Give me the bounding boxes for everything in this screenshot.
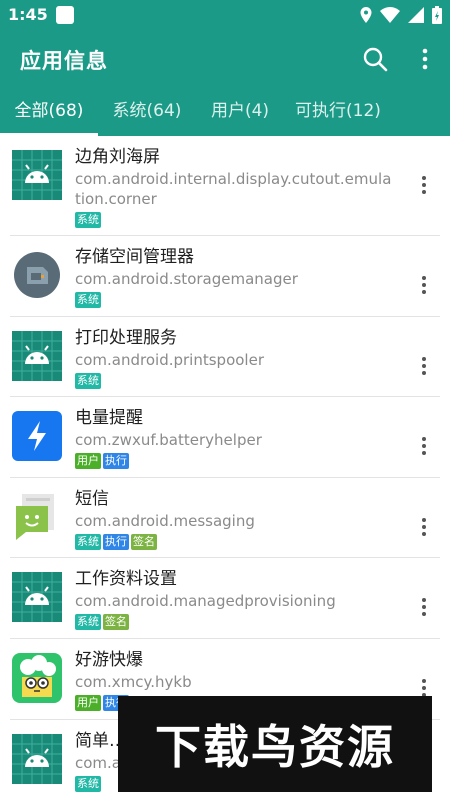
app-package: com.android.storagemanager	[75, 270, 298, 288]
tab-bar: 全部(68) 系统(64) 用户(4) 可执行(12)	[0, 88, 450, 136]
more-options-icon[interactable]	[416, 355, 432, 377]
signal-icon	[408, 7, 424, 23]
battery-icon	[432, 6, 442, 24]
status-bar: 1:45	[0, 0, 450, 32]
app-package: com.android.messaging	[75, 511, 255, 530]
badge-system: 系统	[75, 212, 101, 228]
watermark-banner: 下载鸟资源	[118, 696, 432, 792]
app-badges: 系统	[75, 372, 101, 389]
game-icon	[12, 652, 62, 703]
page-title: 应用信息	[20, 49, 108, 73]
badge-system: 系统	[75, 533, 101, 550]
android-icon	[12, 733, 62, 784]
tab-label: 用户(4)	[210, 101, 270, 121]
app-badges: 系统	[75, 292, 101, 308]
badge-system: 系统	[75, 372, 101, 389]
list-item[interactable]: 工作资料设置 com.android.managedprovisioning 系…	[0, 558, 450, 639]
wifi-icon	[380, 7, 400, 23]
app-name: 短信	[75, 488, 109, 509]
more-options-icon[interactable]	[416, 274, 432, 296]
app-name: 边角刘海屏	[75, 147, 160, 167]
list-item[interactable]: 存储空间管理器 com.android.storagemanager 系统	[0, 236, 450, 317]
more-options-icon[interactable]	[416, 596, 432, 618]
android-icon	[12, 572, 62, 623]
app-badges: 系统 签名	[75, 614, 129, 631]
android-icon	[12, 150, 62, 200]
tab-label: 可执行(12)	[295, 101, 381, 121]
list-item[interactable]: 短信 com.android.messaging 系统 执行 签名	[0, 478, 450, 559]
app-package: com.android.printspooler	[75, 350, 264, 369]
tab-system[interactable]: 系统(64)	[98, 88, 196, 136]
app-package: com.xmcy.hykb	[75, 672, 192, 691]
app-name: 打印处理服务	[75, 327, 177, 348]
list-item[interactable]: 电量提醒 com.zwxuf.batteryhelper 用户 执行	[0, 397, 450, 478]
badge-system: 系统	[75, 614, 101, 631]
more-options-icon[interactable]	[416, 516, 432, 538]
app-badges: 用户 执行	[75, 453, 129, 470]
more-options-icon[interactable]	[416, 46, 434, 72]
app-package: com.zwxuf.batteryhelper	[75, 431, 262, 450]
app-badges: 系统	[75, 775, 101, 792]
app-name: 存储空间管理器	[75, 247, 194, 267]
badge-user: 用户	[75, 453, 101, 470]
badge-executable: 执行	[103, 453, 129, 470]
badge-signature: 签名	[103, 614, 129, 631]
app-name: 好游快爆	[75, 649, 143, 670]
tab-label: 系统(64)	[112, 101, 182, 121]
tab-user[interactable]: 用户(4)	[196, 88, 284, 136]
app-name: 工作资料设置	[75, 569, 177, 590]
storage-icon	[14, 252, 60, 298]
badge-system: 系统	[75, 292, 101, 308]
list-item[interactable]: 边角刘海屏 com.android.internal.display.cutou…	[0, 136, 450, 236]
list-item[interactable]: 打印处理服务 com.android.printspooler 系统	[0, 317, 450, 398]
more-options-icon[interactable]	[416, 174, 432, 196]
app-badges: 系统	[75, 212, 101, 228]
tab-executable[interactable]: 可执行(12)	[284, 88, 392, 136]
app-package: com.android.internal.display.cutout.emul…	[75, 170, 392, 208]
app-badges: 系统 执行 签名	[75, 533, 157, 550]
tab-all[interactable]: 全部(68)	[0, 88, 98, 136]
badge-user: 用户	[75, 694, 101, 711]
badge-system: 系统	[75, 775, 101, 792]
more-options-icon[interactable]	[416, 435, 432, 457]
search-icon[interactable]	[362, 46, 388, 72]
android-icon	[12, 330, 62, 381]
app-package: com.android.managedprovisioning	[75, 592, 336, 611]
location-icon	[360, 7, 372, 23]
status-icons	[360, 6, 442, 24]
app-bar: 应用信息	[0, 32, 450, 88]
tab-label: 全部(68)	[14, 101, 84, 121]
status-time: 1:45	[8, 5, 48, 24]
messaging-icon	[16, 493, 54, 540]
app-name: 电量提醒	[75, 408, 143, 429]
badge-executable: 执行	[103, 533, 129, 550]
badge-signature: 签名	[131, 533, 157, 550]
notification-icon	[56, 6, 74, 24]
lightning-icon	[12, 411, 62, 462]
